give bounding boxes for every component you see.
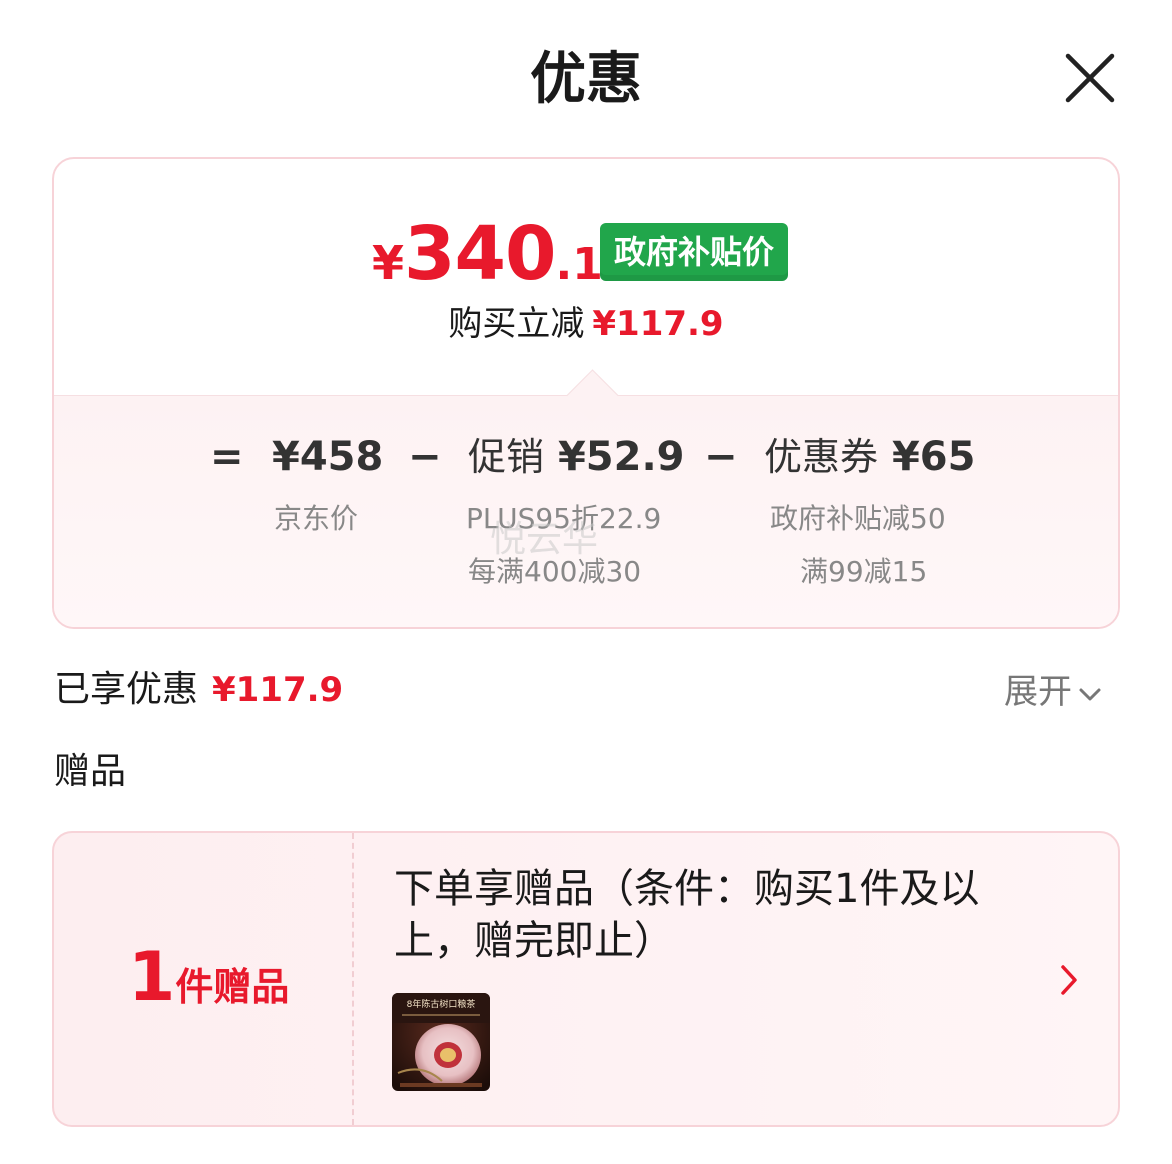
gift-count-number: 1 <box>128 938 176 1017</box>
coupon-detail-2: 满99减15 <box>800 555 928 588</box>
price-integer: 340 <box>404 211 556 297</box>
gift-thumbnail[interactable]: 8年陈古树口粮茶 <box>392 993 490 1091</box>
coupon-sheet: 优惠 ¥340.1 政府补贴价 购买立减 ¥117.9 = ¥458 − 促销 ¥… <box>0 0 1172 1164</box>
gift-count-text: 件赠品 <box>175 965 290 1009</box>
coupon-amount: ¥65 <box>891 434 976 480</box>
currency-symbol: ¥ <box>372 236 405 290</box>
promo-amount: ¥52.9 <box>557 434 685 480</box>
gift-condition: 下单享赠品（条件：购买1件及以上，赠完即止） <box>394 866 980 964</box>
chevron-down-icon <box>1079 688 1101 700</box>
reduce-amount: ¥117.9 <box>592 304 724 344</box>
promo-detail-2: 每满400减30 <box>468 555 642 588</box>
expand-button[interactable]: 展开 <box>1004 666 1102 718</box>
enjoyed-amount: ¥117.9 <box>212 670 344 710</box>
price-decimal: .1 <box>555 239 603 290</box>
coupon-item: 优惠券 ¥65 <box>764 427 975 487</box>
final-price: ¥340.1 <box>372 211 603 301</box>
minus-sign-1: − <box>408 434 442 480</box>
minus-sign-2: − <box>704 434 738 480</box>
subsidy-price-tag: 政府补贴价 <box>600 223 789 281</box>
reduce-label: 购买立减 <box>448 304 585 344</box>
instant-reduction: 购买立减 ¥117.9 <box>54 299 1118 349</box>
coupon-label: 优惠券 <box>764 435 879 479</box>
gifts-heading: 赠品 <box>54 751 127 792</box>
promo-detail-1: PLUS95折22.9 <box>466 502 662 535</box>
jd-price: ¥458 <box>272 434 384 480</box>
promo-label: 促销 <box>468 435 545 479</box>
tea-cake-image: 8年陈古树口粮茶 <box>392 993 490 1091</box>
gift-card[interactable]: 1件赠品 下单享赠品（条件：购买1件及以上，赠完即止） 8年陈古树口粮茶 <box>52 831 1120 1127</box>
jd-price-label: 京东价 <box>274 502 359 535</box>
gift-count-panel: 1件赠品 <box>54 833 354 1125</box>
enjoyed-label: 已享优惠 <box>54 669 199 710</box>
coupon-detail-1: 政府补贴减50 <box>770 502 946 535</box>
gift-count: 1件赠品 <box>128 943 289 1030</box>
expand-label: 展开 <box>1004 672 1072 712</box>
price-summary-card: ¥340.1 政府补贴价 购买立减 ¥117.9 = ¥458 − 促销 ¥52.… <box>52 157 1120 629</box>
chevron-right-icon[interactable] <box>1058 963 1080 997</box>
close-icon[interactable] <box>1062 50 1118 106</box>
equals-sign: = <box>210 434 244 480</box>
enjoyed-discount-row: 已享优惠 ¥117.9 <box>54 664 343 716</box>
thumb-title: 8年陈古树口粮茶 <box>407 998 476 1010</box>
promo-item: 促销 ¥52.9 <box>468 427 684 487</box>
sheet-title: 优惠 <box>530 47 642 112</box>
